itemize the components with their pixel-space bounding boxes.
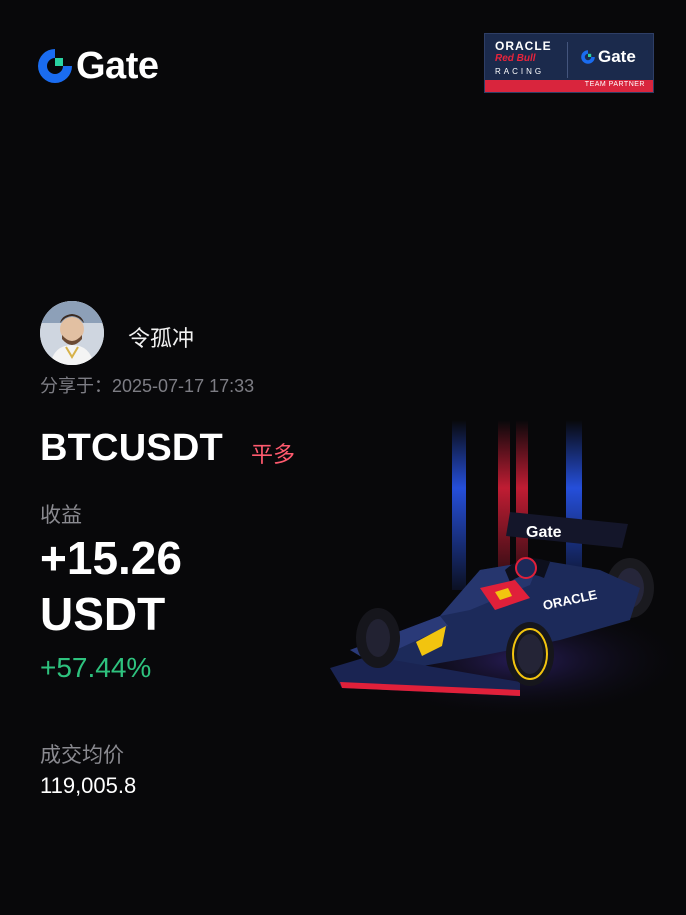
username: 令孤冲 [128, 326, 195, 351]
partner-line3: RACING [495, 67, 545, 76]
share-time-label: 分享于： [40, 376, 112, 396]
avg-price-value: 119,005.8 [40, 773, 137, 798]
partner-line1: ORACLE [495, 39, 552, 53]
gate-logo-icon [38, 49, 72, 83]
share-time-value: 2025-07-17 17:33 [112, 376, 255, 396]
partner-badge: ORACLE Red Bull RACING Gate TEAM PARTNER [484, 33, 654, 93]
trading-pair: BTCUSDT [40, 427, 223, 469]
partner-divider [567, 42, 568, 78]
share-card: Gate ORACLE Red Bull RACING Gate TEAM PA… [0, 0, 686, 915]
user-avatar-icon [40, 301, 104, 365]
race-car-scene: Gate ORACLE [330, 420, 686, 740]
user-avatar [40, 301, 104, 365]
car-wing-text: Gate [526, 524, 562, 541]
pnl-unit: USDT [40, 588, 166, 640]
avg-price-label: 成交均价 [40, 744, 124, 767]
partner-brand: Gate [598, 47, 636, 66]
partner-footer-bar: TEAM PARTNER [485, 80, 653, 92]
position-side-badge: 平多 [251, 442, 296, 467]
pnl-percent: +57.44% [40, 652, 152, 683]
pnl-value: +15.26 [40, 532, 182, 584]
partner-gate-logo: Gate [580, 47, 636, 67]
share-time: 分享于：2025-07-17 17:33 [40, 372, 254, 398]
brand-logo: Gate [35, 45, 159, 87]
partner-line2: Red Bull [495, 53, 536, 64]
race-car-icon: Gate ORACLE [330, 420, 686, 720]
partner-footer: TEAM PARTNER [584, 81, 645, 88]
gate-logo-small-icon [581, 50, 595, 64]
brand-name: Gate [76, 45, 159, 87]
pnl-label: 收益 [40, 504, 82, 527]
